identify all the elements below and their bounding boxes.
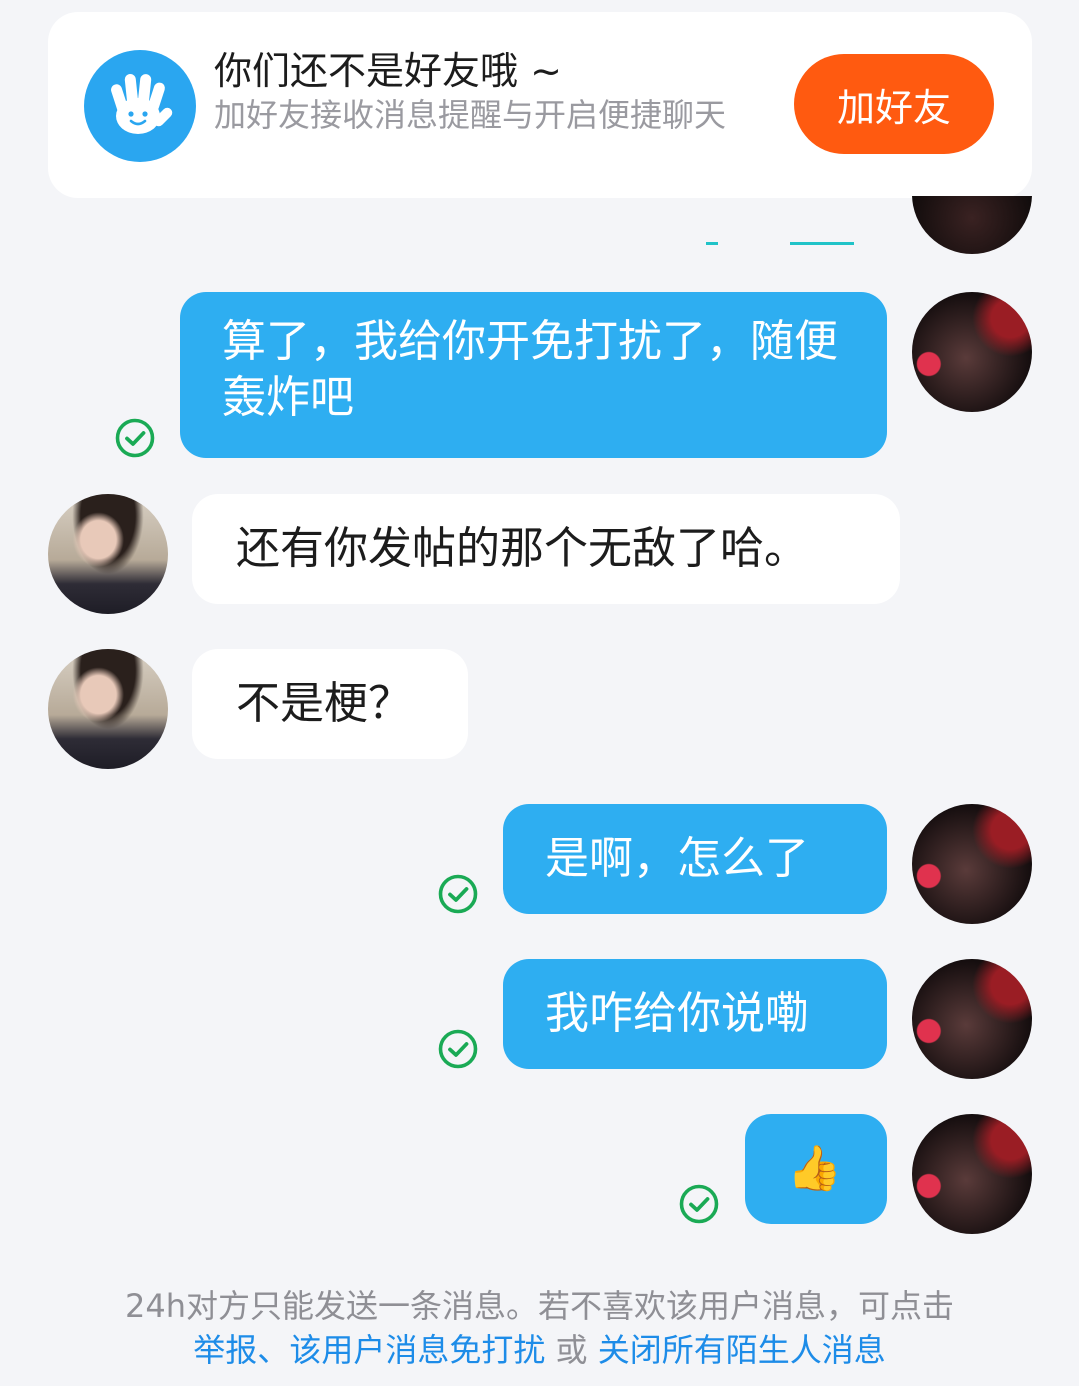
- message-bubble-outgoing[interactable]: 算了，我给你开免打扰了，随便轰炸吧: [180, 292, 887, 458]
- message-bubble-outgoing[interactable]: 是啊，怎么了: [503, 804, 887, 914]
- banner-title: 你们还不是好友哦 ~: [214, 49, 562, 93]
- my-avatar[interactable]: [912, 959, 1032, 1079]
- mute-user-link[interactable]: 该用户消息免打扰: [289, 1331, 545, 1369]
- report-link[interactable]: 举报: [193, 1331, 257, 1369]
- add-friend-button[interactable]: 加好友: [794, 54, 994, 154]
- read-check-icon: [438, 874, 478, 914]
- contact-avatar[interactable]: [48, 649, 168, 769]
- read-check-icon: [115, 418, 155, 458]
- my-avatar[interactable]: [912, 804, 1032, 924]
- stranger-banner: 你们还不是好友哦 ~ 加好友接收消息提醒与开启便捷聊天 加好友: [48, 12, 1032, 198]
- separator: 、: [257, 1331, 290, 1369]
- message-bubble-outgoing-thumbs-up[interactable]: 👍: [745, 1114, 887, 1224]
- contact-avatar[interactable]: [48, 494, 168, 614]
- message-bubble-incoming[interactable]: 还有你发帖的那个无敌了哈。: [192, 494, 900, 604]
- close-stranger-messages-link[interactable]: 关闭所有陌生人消息: [598, 1331, 886, 1369]
- banner-subtitle: 加好友接收消息提醒与开启便捷聊天: [214, 96, 727, 134]
- partial-message-edge: [706, 242, 718, 245]
- read-check-icon: [679, 1184, 719, 1224]
- notice-text: 24h对方只能发送一条消息。若不喜欢该用户消息，可点击: [124, 1287, 954, 1325]
- my-avatar[interactable]: [912, 1114, 1032, 1234]
- partial-avatar: [912, 196, 1032, 254]
- message-bubble-outgoing[interactable]: 我咋给你说嘞: [503, 959, 887, 1069]
- message-bubble-incoming[interactable]: 不是梗？: [192, 649, 468, 759]
- waving-hand-icon: [84, 50, 196, 162]
- my-avatar[interactable]: [912, 292, 1032, 412]
- partial-message-edge: [790, 242, 854, 245]
- read-check-icon: [438, 1029, 478, 1069]
- or-text: 或: [545, 1331, 598, 1369]
- stranger-notice: 24h对方只能发送一条消息。若不喜欢该用户消息，可点击 举报、该用户消息免打扰 …: [0, 1284, 1079, 1372]
